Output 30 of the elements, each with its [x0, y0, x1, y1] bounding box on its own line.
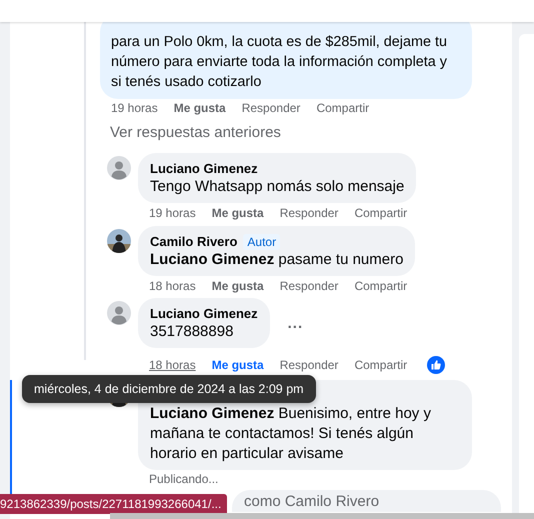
link-status-bar: 9213862339/posts/2271181993266041/... — [0, 494, 228, 514]
timestamp-link[interactable]: 18 horas — [149, 357, 196, 373]
author-name[interactable]: Camilo Rivero — [150, 234, 238, 250]
timestamp-tooltip: miércoles, 4 de diciembre de 2024 a las 2:09 pm — [22, 375, 316, 403]
reply-link[interactable]: Responder — [280, 357, 338, 373]
author-badge: Autor — [243, 234, 280, 250]
posting-status: Publicando... — [149, 471, 218, 487]
like-link[interactable]: Me gusta — [174, 100, 226, 116]
share-link[interactable]: Compartir — [354, 357, 408, 373]
timestamp-link[interactable]: 18 horas — [149, 278, 196, 294]
timestamp-link[interactable]: 19 horas — [111, 100, 158, 116]
comment-text: Luciano Gimenez Buenisimo, entre hoy y mañana te contactamos! Si tenés algún horario en particular avisame — [150, 404, 432, 464]
more-options-button[interactable]: ... — [288, 314, 304, 332]
view-previous-replies-link[interactable]: Ver respuestas anteriores — [110, 123, 281, 143]
share-link[interactable]: Compartir — [354, 205, 408, 221]
reply-input-field[interactable]: como Camilo Rivero — [232, 490, 501, 512]
share-link[interactable]: Compartir — [354, 278, 408, 294]
reply-link[interactable]: Responder — [242, 100, 300, 116]
comment-text: Tengo Whatsapp nomás solo mensaje — [150, 177, 404, 197]
comment-text: 3517888898 — [150, 322, 234, 342]
comment-text: Luciano Gimenez pasame tu numero — [150, 250, 404, 270]
reply-link[interactable]: Responder — [280, 205, 338, 221]
like-link[interactable]: Me gusta — [212, 278, 264, 294]
like-link[interactable]: Me gusta — [212, 205, 264, 221]
share-link[interactable]: Compartir — [316, 100, 370, 116]
reply-link[interactable]: Responder — [280, 278, 338, 294]
like-link[interactable]: Me gusta — [212, 357, 264, 373]
timestamp-link[interactable]: 19 horas — [149, 205, 196, 221]
author-name[interactable]: Luciano Gimenez — [150, 306, 258, 322]
author-name[interactable]: Luciano Gimenez — [150, 161, 258, 177]
